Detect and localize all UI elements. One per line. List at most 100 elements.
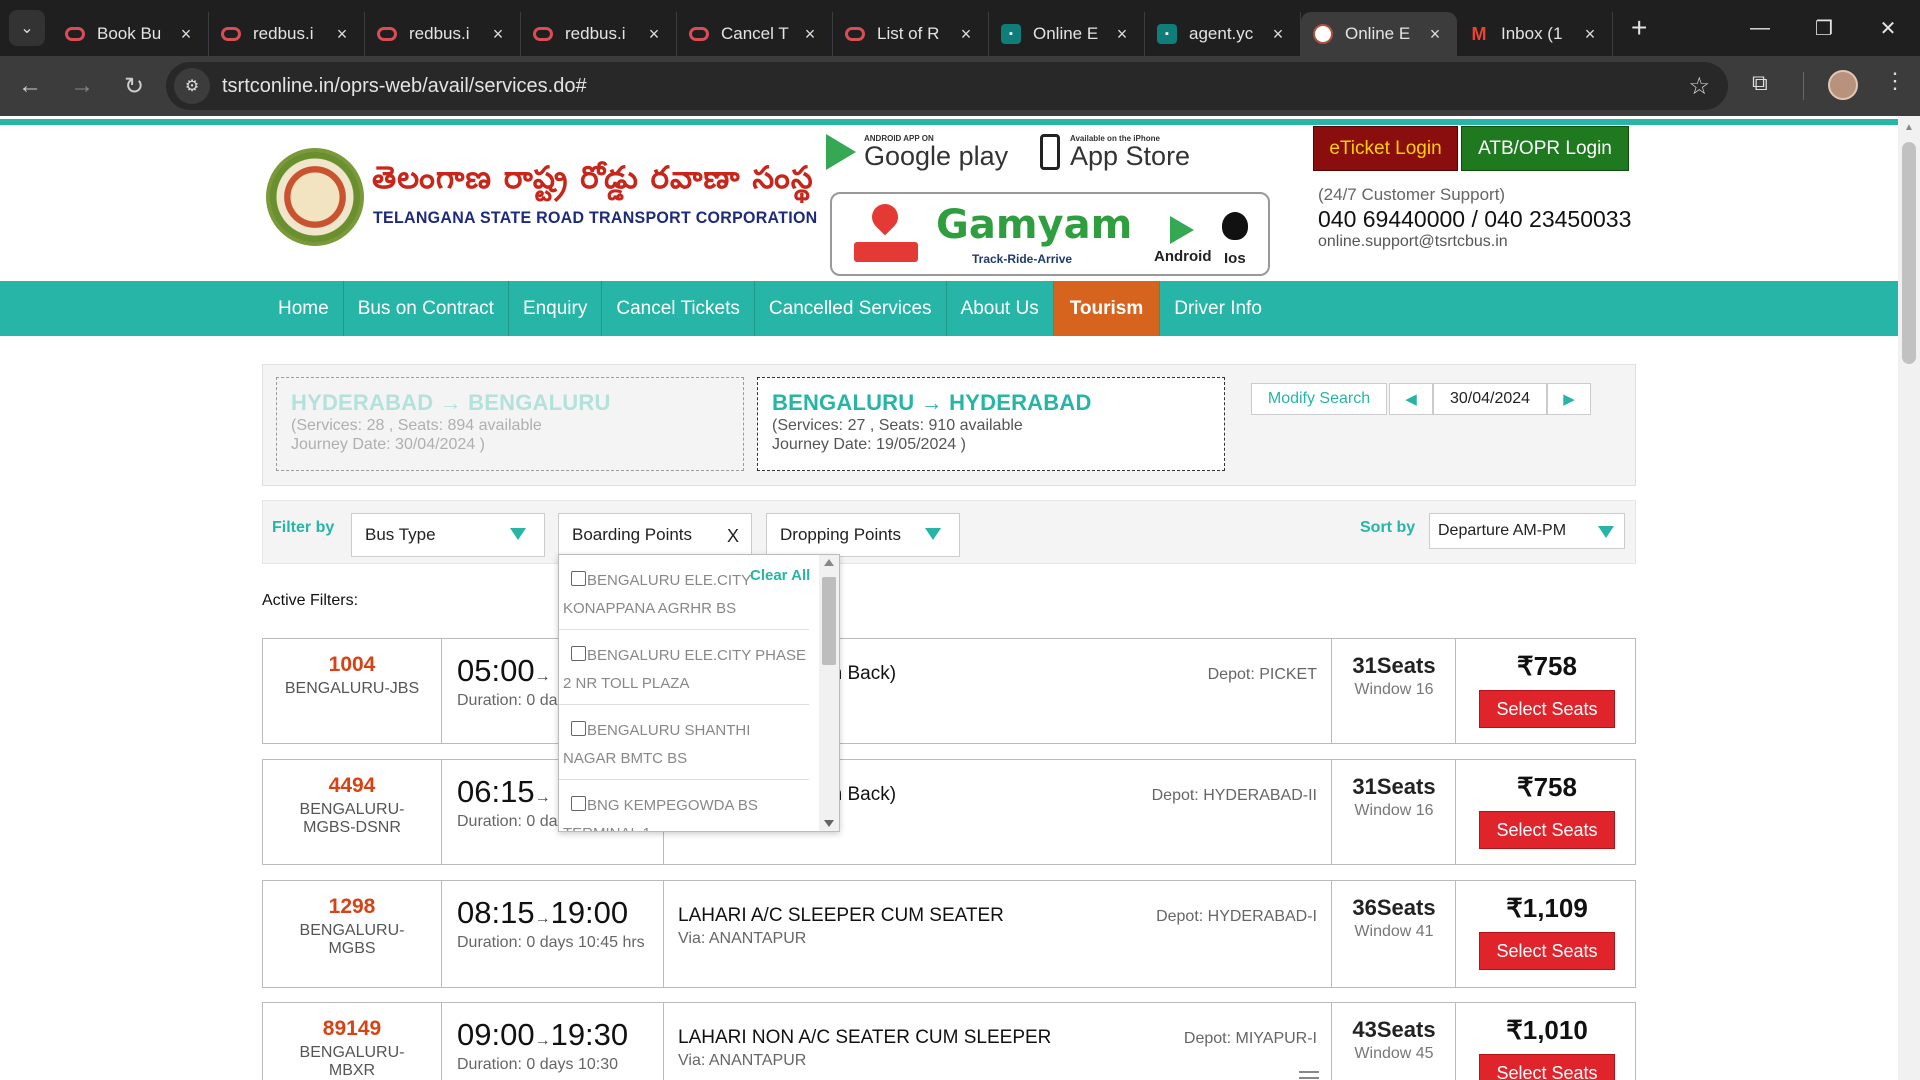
site-info-icon[interactable]: ⚙ — [174, 68, 210, 104]
gamyam-app-banner[interactable]: Gamyam Track-Ride-Arrive Android Ios — [830, 192, 1270, 276]
departure-time: 08:15 — [457, 895, 535, 930]
boarding-point-option[interactable]: BNG KEMPEGOWDA BS TERMINAL 1 — [559, 780, 809, 831]
scroll-down-icon[interactable] — [824, 820, 834, 827]
scroll-thumb[interactable] — [1902, 142, 1916, 364]
reload-icon[interactable]: ↻ — [112, 72, 156, 101]
app-store-badge[interactable]: Available on the iPhone App Store — [1040, 130, 1190, 174]
menu-icon[interactable] — [1299, 1071, 1319, 1080]
journey-date: Journey Date: 19/05/2024 ) — [772, 436, 966, 453]
forward-icon[interactable]: → — [60, 72, 104, 100]
boarding-points-list: BENGALURU ELE.CITY KONAPPANA AGRHR BS BE… — [559, 555, 815, 831]
browser-tab-active[interactable]: Online E × — [1301, 12, 1457, 56]
sort-select[interactable]: Departure AM-PM — [1429, 513, 1625, 549]
url-text[interactable]: tsrtconline.in/oprs-web/avail/services.d… — [222, 75, 587, 98]
select-seats-button[interactable]: Select Seats — [1479, 811, 1615, 849]
service-number[interactable]: 89149 — [263, 1017, 441, 1041]
atb-opr-login-button[interactable]: ATB/OPR Login — [1461, 126, 1629, 171]
close-tab-icon[interactable]: × — [800, 24, 820, 45]
nav-cancel-tickets[interactable]: Cancel Tickets — [602, 281, 755, 336]
service-number[interactable]: 4494 — [263, 774, 441, 798]
eticket-login-button[interactable]: eTicket Login — [1313, 126, 1458, 171]
service-row: 1004BENGALURU-JBS 05:00→Duration: 0 da N… — [262, 638, 1636, 744]
close-tab-icon[interactable]: × — [1112, 24, 1132, 45]
nav-bus-on-contract[interactable]: Bus on Contract — [344, 281, 509, 336]
extensions-icon[interactable]: ⧉ — [1752, 70, 1768, 96]
scroll-up-icon[interactable] — [824, 559, 834, 566]
return-journey-box[interactable]: BENGALURU → HYDERABAD (Services: 27 , Se… — [757, 377, 1225, 471]
browser-tab[interactable]: ▪ Online E × — [989, 12, 1145, 56]
close-tab-icon[interactable]: × — [644, 24, 664, 45]
scroll-thumb[interactable] — [822, 577, 836, 665]
close-tab-icon[interactable]: × — [488, 24, 508, 45]
previous-date-button[interactable]: ◀ — [1389, 383, 1433, 415]
checkbox[interactable] — [571, 796, 586, 811]
browser-menu-icon[interactable]: ⋮ — [1884, 68, 1906, 94]
dropdown-caret-icon — [510, 528, 526, 540]
tsrtc-emblem-logo[interactable] — [266, 148, 364, 246]
duration: Duration: 0 days 10:30 — [457, 1056, 618, 1073]
dropping-points-select[interactable]: Dropping Points — [766, 513, 960, 557]
checkbox[interactable] — [571, 571, 586, 586]
select-seats-button[interactable]: Select Seats — [1479, 690, 1615, 728]
browser-tab[interactable]: ▪ agent.yc × — [1145, 12, 1301, 56]
back-icon[interactable]: ← — [8, 72, 52, 100]
depot: Depot: HYDERABAD-II — [1151, 787, 1317, 804]
restore-icon[interactable]: ❐ — [1792, 16, 1856, 41]
close-tab-icon[interactable]: × — [332, 24, 352, 45]
profile-avatar[interactable] — [1828, 70, 1858, 100]
browser-tab[interactable]: redbus.i × — [365, 12, 521, 56]
browser-tab[interactable]: M Inbox (1 × — [1457, 12, 1613, 56]
nav-tourism[interactable]: Tourism — [1053, 281, 1161, 336]
boarding-point-option[interactable]: BENGALURU ELE.CITY PHASE 2 NR TOLL PLAZA — [559, 630, 809, 705]
select-seats-button[interactable]: Select Seats — [1479, 1054, 1615, 1080]
checkbox[interactable] — [571, 721, 586, 736]
tab-title: Inbox (1 — [1501, 24, 1563, 43]
service-row: 89149 BENGALURU-MBXR 09:00→19:30 Duration:… — [262, 1002, 1636, 1080]
select-seats-button[interactable]: Select Seats — [1479, 932, 1615, 970]
boarding-points-select[interactable]: Boarding Points X — [558, 513, 752, 557]
boarding-point-label: BNG KEMPEGOWDA BS TERMINAL 1 — [563, 797, 758, 831]
close-tab-icon[interactable]: × — [1268, 24, 1288, 45]
nav-home[interactable]: Home — [264, 281, 344, 336]
browser-tab[interactable]: Cancel T × — [677, 12, 833, 56]
address-toolbar: ← → ↻ ⚙ tsrtconline.in/oprs-web/avail/se… — [0, 56, 1920, 116]
clear-boarding-icon[interactable]: X — [727, 526, 739, 547]
google-play-badge[interactable]: ANDROID APP ON Google play — [826, 130, 1008, 174]
nav-driver-info[interactable]: Driver Info — [1160, 281, 1276, 336]
next-date-button[interactable]: ▶ — [1547, 383, 1591, 415]
url-bar[interactable]: ⚙ tsrtconline.in/oprs-web/avail/services… — [166, 62, 1728, 110]
dropdown-scrollbar[interactable] — [819, 555, 839, 831]
close-tab-icon[interactable]: × — [1580, 24, 1600, 45]
bus-type-select[interactable]: Bus Type — [351, 513, 545, 557]
browser-tab[interactable]: Book Bu × — [53, 12, 209, 56]
browser-tab[interactable]: redbus.i × — [521, 12, 677, 56]
dropdown-caret-icon — [1598, 526, 1614, 538]
new-tab-icon[interactable]: + — [1631, 12, 1647, 44]
browser-tab[interactable]: List of R × — [833, 12, 989, 56]
close-window-icon[interactable]: ✕ — [1856, 16, 1920, 41]
close-tab-icon[interactable]: × — [956, 24, 976, 45]
minimize-icon[interactable]: — — [1728, 17, 1792, 40]
bus-type-label: Bus Type — [365, 525, 436, 544]
scroll-up-icon[interactable]: ▲ — [1904, 122, 1914, 133]
bus-icon: ▪ — [1157, 24, 1177, 44]
nav-about-us[interactable]: About Us — [947, 281, 1054, 336]
support-email[interactable]: online.support@tsrtcbus.in — [1318, 233, 1508, 251]
modify-search-button[interactable]: Modify Search — [1251, 383, 1387, 415]
clear-all-link[interactable]: Clear All — [750, 567, 810, 584]
close-tab-icon[interactable]: × — [176, 24, 196, 45]
boarding-point-option[interactable]: BENGALURU SHANTHI NAGAR BMTC BS — [559, 705, 809, 780]
bookmark-star-icon[interactable]: ☆ — [1688, 72, 1710, 101]
page-scrollbar[interactable]: ▲ — [1898, 116, 1920, 1080]
nav-enquiry[interactable]: Enquiry — [509, 281, 603, 336]
browser-tab[interactable]: redbus.i × — [209, 12, 365, 56]
close-tab-icon[interactable]: × — [1425, 24, 1445, 45]
checkbox[interactable] — [571, 646, 586, 661]
timings: 09:00→19:30 — [457, 1017, 649, 1053]
service-number[interactable]: 1298 — [263, 895, 441, 919]
tab-search-icon[interactable]: ⌄ — [9, 10, 45, 46]
onward-journey-box[interactable]: HYDERABAD → BENGALURU (Services: 28 , Se… — [276, 377, 744, 471]
nav-cancelled-services[interactable]: Cancelled Services — [755, 281, 947, 336]
service-number[interactable]: 1004 — [263, 653, 441, 677]
journey-date-field[interactable]: 30/04/2024 — [1433, 383, 1547, 415]
